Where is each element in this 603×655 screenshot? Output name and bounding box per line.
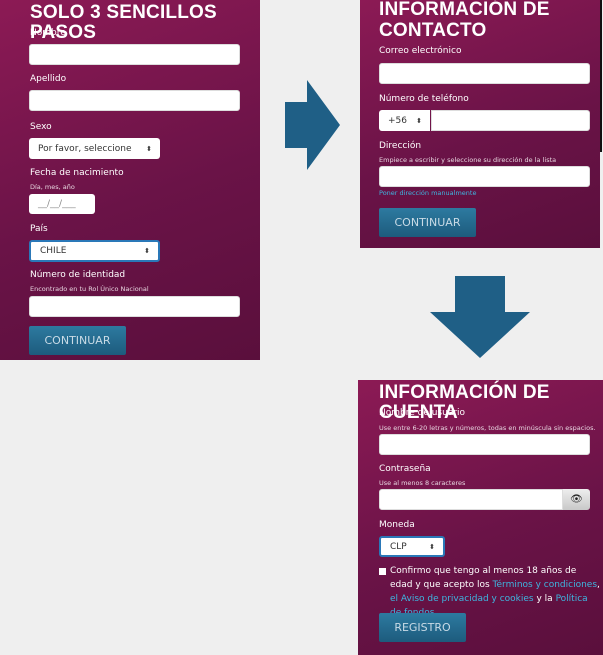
identidad-hint: Encontrado en tu Rol Único Nacional — [30, 285, 149, 293]
step2-panel: INFORMACIÓN DE CONTACTO Correo electróni… — [360, 0, 600, 248]
pais-select[interactable]: CHILE ⬍ — [29, 240, 160, 262]
terms-text: Confirmo que tengo al menos 18 años de e… — [390, 564, 600, 620]
phone-code-value: +56 — [388, 115, 407, 126]
continue-button[interactable]: CONTINUAR — [29, 326, 126, 355]
username-input[interactable] — [379, 434, 590, 455]
phone-code-select[interactable]: +56 ⬍ — [379, 110, 430, 131]
eye-icon: 👁 — [570, 494, 583, 505]
terms-text-part: y la — [533, 594, 556, 604]
email-input[interactable] — [379, 63, 590, 84]
apellido-input[interactable] — [29, 90, 240, 111]
continue-button[interactable]: CONTINUAR — [379, 208, 476, 237]
nombre-label: Nombre — [30, 28, 66, 38]
phone-label: Número de teléfono — [379, 94, 469, 104]
fecha-input[interactable]: __/__/___ — [29, 194, 95, 214]
manual-address-link[interactable]: Poner dirección manualmente — [379, 189, 476, 197]
select-caret-icon: ⬍ — [146, 144, 152, 153]
sexo-value: Por favor, seleccione — [38, 143, 132, 154]
step3-panel: INFORMACIÓN DE CUENTA Nombre de usuario … — [358, 380, 603, 655]
privacy-link[interactable]: el Aviso de privacidad y cookies — [390, 594, 534, 604]
select-caret-icon: ⬍ — [429, 542, 435, 551]
address-label: Dirección — [379, 141, 422, 151]
sexo-label: Sexo — [30, 122, 52, 132]
password-label: Contraseña — [379, 464, 431, 474]
register-button[interactable]: REGISTRO — [379, 613, 466, 642]
currency-label: Moneda — [379, 520, 415, 530]
address-input[interactable] — [379, 166, 590, 187]
select-caret-icon: ⬍ — [416, 116, 422, 125]
step2-title-line2: CONTACTO — [379, 20, 487, 41]
terms-sep: , — [597, 580, 600, 590]
nombre-input[interactable] — [29, 44, 240, 65]
password-input[interactable] — [379, 489, 563, 510]
apellido-label: Apellido — [30, 74, 67, 84]
step1-panel: SOLO 3 SENCILLOS PASOS Nombre Apellido S… — [0, 0, 260, 360]
email-label: Correo electrónico — [379, 46, 462, 56]
divider — [600, 0, 602, 152]
terms-link[interactable]: Términos y condiciones — [493, 580, 598, 590]
pais-value: CHILE — [40, 246, 67, 256]
identidad-input[interactable] — [29, 296, 240, 317]
show-password-button[interactable]: 👁 — [563, 489, 590, 510]
fecha-hint: Día, mes, año — [30, 183, 75, 191]
sexo-select[interactable]: Por favor, seleccione ⬍ — [29, 138, 160, 159]
pais-label: País — [30, 224, 48, 234]
username-hint: Use entre 6-20 letras y números, todas e… — [379, 424, 596, 432]
arrow-down-icon — [430, 276, 530, 358]
arrow-right-icon — [285, 80, 340, 170]
password-hint: Use al menos 8 caracteres — [379, 479, 466, 487]
select-caret-icon: ⬍ — [144, 247, 150, 255]
phone-input[interactable] — [431, 110, 590, 131]
age-terms-checkbox[interactable] — [379, 568, 386, 575]
identidad-label: Número de identidad — [30, 270, 126, 280]
address-hint: Empiece a escribir y seleccione su direc… — [379, 156, 557, 164]
fecha-label: Fecha de nacimiento — [30, 168, 124, 178]
currency-select[interactable]: CLP ⬍ — [379, 536, 445, 557]
username-label: Nombre de usuario — [379, 408, 466, 418]
fecha-placeholder: __/__/___ — [38, 199, 76, 209]
currency-value: CLP — [390, 541, 407, 552]
step2-title-line1: INFORMACIÓN DE — [379, 0, 550, 20]
